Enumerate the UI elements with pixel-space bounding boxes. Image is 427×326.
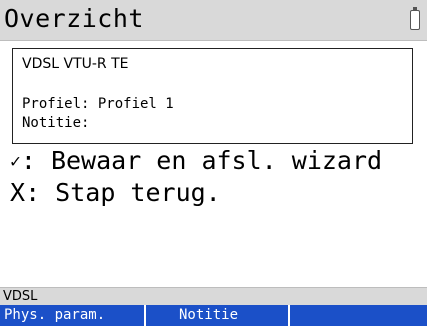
battery-icon <box>410 7 420 30</box>
x-key-label: X <box>10 178 26 207</box>
option-save-exit-label: : Bewaar en afsl. wizard <box>20 146 383 175</box>
device-mode-label: VDSL VTU-R TE <box>22 56 129 72</box>
option-step-back[interactable]: X: Stap terug. <box>10 177 221 209</box>
page-title: Overzicht <box>4 4 144 33</box>
status-bar: VDSL <box>0 287 427 306</box>
note-label: Notitie: <box>22 115 90 131</box>
softkey-notitie[interactable]: Notitie <box>146 305 290 326</box>
title-bar: Overzicht <box>0 0 427 41</box>
option-save-exit[interactable]: ✓: Bewaar en afsl. wizard <box>10 145 382 178</box>
checkmark-icon: ✓ <box>10 151 21 172</box>
softkey-phys-param[interactable]: Phys. param. <box>0 305 146 326</box>
option-step-back-label: : Stap terug. <box>25 178 221 207</box>
profile-label: Profiel: Profiel 1 <box>22 96 174 112</box>
status-text: VDSL <box>3 289 38 304</box>
summary-box: VDSL VTU-R TE Profiel: Profiel 1 Notitie… <box>12 48 413 144</box>
softkey-bar: Phys. param. Notitie <box>0 305 427 326</box>
